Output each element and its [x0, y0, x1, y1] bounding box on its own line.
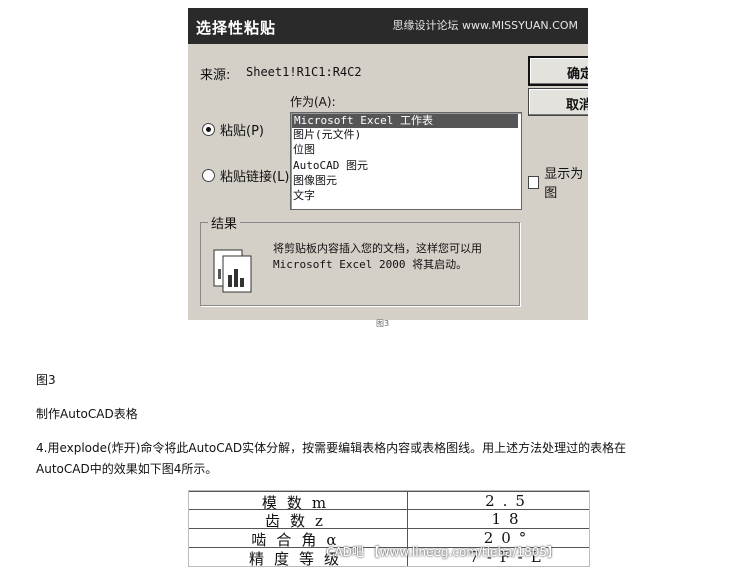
table-row: 齿数z 18 — [189, 509, 589, 530]
paste-radio-button[interactable] — [202, 123, 215, 136]
table-row: 模数m 2.5 — [189, 491, 589, 512]
title-bar: 选择性粘贴 思缘设计论坛 www.MISSYUAN.COM — [188, 8, 588, 44]
list-item[interactable]: AutoCAD 图元 — [293, 159, 368, 173]
paragraph-line-1: 4.用explode(炸开)命令将此AutoCAD实体分解，按需要编辑表格内容或… — [36, 441, 627, 455]
result-group: 结果 将剪贴板内容插入您的文档，这样您可以用 Microsoft Excel 2… — [200, 213, 520, 306]
display-as-icon-label: 显示为图 — [544, 167, 584, 201]
source-label: 来源: — [200, 68, 231, 83]
screenshot-image: 选择性粘贴 思缘设计论坛 www.MISSYUAN.COM 来源: Sheet1… — [188, 8, 588, 351]
result-line-2: Microsoft Excel 2000 将其启动。 — [273, 258, 468, 271]
table-cell-value: 18 — [491, 510, 527, 528]
autocad-table-image: 模数m 2.5 齿数z 18 啮合角α 20° 精度等级 7-F-L CAD吧 … — [188, 490, 590, 567]
section-heading: 制作AutoCAD表格 — [36, 407, 138, 421]
paste-radio-label: 粘贴(P) — [220, 124, 264, 139]
cancel-button[interactable]: 取消 — [528, 88, 588, 116]
ok-button-label: 确定 — [567, 67, 588, 82]
paragraph-line-2: AutoCAD中的效果如下图4所示。 — [36, 462, 218, 476]
paste-link-radio-label: 粘贴链接(L) — [220, 170, 290, 185]
paste-radio-option[interactable]: 粘贴(P) — [202, 120, 264, 139]
paste-link-radio-button[interactable] — [202, 169, 215, 182]
list-item[interactable]: 图片(元文件) — [293, 128, 361, 142]
ok-button[interactable]: 确定 — [528, 56, 588, 86]
display-as-icon-checkbox[interactable] — [528, 175, 540, 189]
list-item[interactable]: 文字 — [293, 189, 315, 203]
figure-caption: 图3 — [36, 373, 56, 387]
list-item[interactable]: Microsoft Excel 工作表 — [292, 114, 518, 128]
result-group-label: 结果 — [208, 213, 241, 232]
document-result-icon — [213, 249, 252, 293]
list-item[interactable]: 位图 — [293, 143, 315, 157]
table-cell-value: 2.5 — [485, 492, 533, 510]
result-line-1: 将剪贴板内容插入您的文档，这样您可以用 — [273, 242, 482, 255]
watermark-text: 思缘设计论坛 www.MISSYUAN.COM — [392, 19, 578, 32]
as-label: 作为(A): — [290, 95, 336, 109]
image-caption-small: 图3 — [376, 319, 390, 328]
list-item[interactable]: 图像图元 — [293, 174, 337, 188]
display-as-icon-option[interactable]: 显示为图 — [528, 163, 588, 201]
paste-special-dialog: 选择性粘贴 思缘设计论坛 www.MISSYUAN.COM 来源: Sheet1… — [188, 8, 588, 320]
result-description: 将剪贴板内容插入您的文档，这样您可以用 Microsoft Excel 2000… — [273, 241, 482, 273]
dialog-title: 选择性粘贴 — [196, 19, 277, 37]
site-watermark: CAD吧 【www.lineeg.com/tieba/1805】 — [326, 545, 559, 559]
cancel-button-label: 取消 — [566, 98, 588, 113]
as-listbox[interactable]: Microsoft Excel 工作表 图片(元文件) 位图 AutoCAD 图… — [290, 112, 522, 210]
paste-link-radio-option[interactable]: 粘贴链接(L) — [202, 166, 289, 185]
source-value: Sheet1!R1C1:R4C2 — [246, 65, 362, 79]
